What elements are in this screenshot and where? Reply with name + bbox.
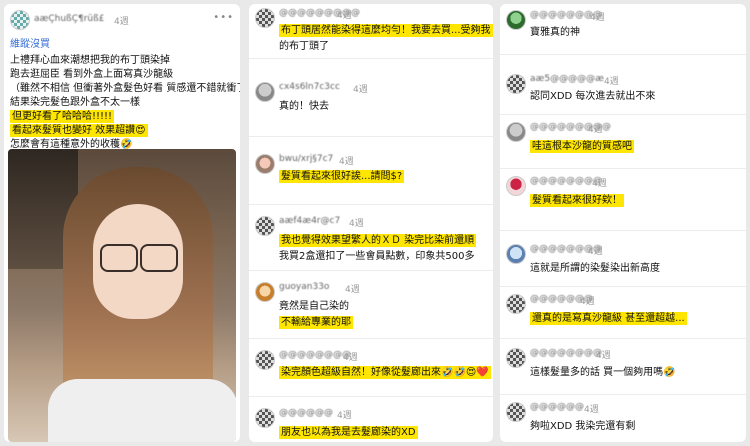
timestamp: 4週 — [588, 247, 603, 257]
divider — [500, 230, 746, 231]
username[interactable]: @@@@@@ — [279, 408, 333, 418]
highlight: 髮質看起來很好誒...請問$? — [279, 170, 405, 183]
highlight: 哇這根本沙龍的質感吧 — [530, 140, 634, 153]
avatar[interactable] — [506, 176, 526, 196]
comment-text: 這就是所謂的染髮染出新高度 — [530, 263, 660, 274]
comment-text: 的布丁頭了 — [279, 41, 329, 52]
comment-text: 夠啦XDD 我染完還有剩 — [530, 421, 636, 432]
comment-text: 竟然是自己染的 — [279, 301, 349, 312]
comments-panel-2: @@@@@@@@ 4週 寶雅真的神 aæ5@@@@@æ 4週 認同XDD 每次進… — [500, 4, 746, 442]
timestamp: 4週 — [592, 179, 607, 189]
divider — [500, 54, 746, 55]
divider — [500, 114, 746, 115]
glasses-icon — [140, 244, 178, 272]
timestamp: 4週 — [353, 85, 368, 95]
divider — [249, 338, 493, 339]
post-line-2: 跑去逛屈臣 看到外盒上面寫真沙龍級 — [10, 69, 174, 80]
comment-text: 真的！快去 — [279, 101, 329, 112]
comment-text: 哇這根本沙龍的質感吧 — [530, 140, 634, 153]
divider — [500, 168, 746, 169]
avatar[interactable] — [506, 348, 526, 368]
comment-text: 寶雅真的神 — [530, 27, 580, 38]
comments-panel-1: @@@@@@@@@ 4週 布丁頭居然能染得這麼均勻！我要去買...受夠我 的布丁… — [249, 4, 493, 442]
username[interactable]: aæ5@@@@@æ — [530, 74, 604, 84]
comment-text: 布丁頭居然能染得這麼均勻！我要去買...受夠我 — [279, 24, 493, 37]
highlight: 但更好看了哈哈哈!!!!! — [10, 110, 115, 123]
avatar[interactable] — [506, 122, 526, 142]
timestamp: 4週 — [345, 285, 360, 295]
timestamp: 4週 — [343, 353, 358, 363]
divider — [500, 286, 746, 287]
photo-shirt — [48, 379, 236, 442]
portrait-photo[interactable] — [8, 149, 236, 442]
avatar[interactable] — [506, 402, 526, 422]
highlight: 髮質看起來很好欸！ — [530, 194, 624, 207]
avatar[interactable] — [10, 10, 30, 30]
post-line-4: 結果染完髮色跟外盒不太一樣 — [10, 97, 140, 108]
post-line-3: （雖然不相信 但衝著外盒髮色好看 質感還不錯就衝了 — [10, 83, 240, 94]
glasses-icon — [100, 244, 138, 272]
username[interactable]: bwu/xrj§7c7 — [279, 154, 333, 164]
avatar[interactable] — [255, 82, 275, 102]
username[interactable]: aæf4æ4r@c7 — [279, 216, 340, 226]
avatar[interactable] — [506, 244, 526, 264]
comment-text: 染完顏色超級自然！好像從髮廊出來🤣🤣😍❤️ — [279, 366, 491, 379]
highlight: 布丁頭居然能染得這麼均勻！我要去買...受夠我 — [279, 24, 493, 37]
timestamp: 4週 — [349, 219, 364, 229]
divider — [500, 338, 746, 339]
avatar[interactable] — [506, 10, 526, 30]
timestamp: 4週 — [604, 77, 619, 87]
post-tag-link[interactable]: 維蹤沒買 — [10, 38, 50, 51]
username[interactable]: cx4s6ln7c3cc — [279, 82, 340, 92]
timestamp: 4週 — [588, 125, 603, 135]
comment-text: 認同XDD 每次進去就出不來 — [530, 91, 656, 102]
comment-text: 這樣髮量多的話 買一個夠用嗎🤣 — [530, 367, 676, 378]
timestamp: 4週 — [337, 411, 352, 421]
timestamp: 4週 — [584, 405, 599, 415]
highlight: 朋友也以為我是去髮廊染的XD — [279, 426, 418, 439]
post-line-1: 上禮拜心血來潮想把我的布丁頭染掉 — [10, 55, 170, 66]
highlight: 我也覺得效果望繁人的ＸＤ 染完比染前還順 — [279, 234, 477, 247]
comment-text: 不輸給專業的耶 — [279, 316, 353, 329]
highlight: 看起來髮質也變好 效果超讚😍 — [10, 124, 148, 137]
comment-text: 還真的是寫真沙龍級 甚至還超越... — [530, 312, 687, 325]
timestamp: 4週 — [596, 351, 611, 361]
divider — [249, 270, 493, 271]
timestamp: 4週 — [339, 157, 354, 167]
more-icon[interactable]: ••• — [213, 12, 234, 23]
avatar[interactable] — [255, 8, 275, 28]
avatar[interactable] — [255, 282, 275, 302]
post-line-5: 但更好看了哈哈哈!!!!! — [10, 110, 115, 123]
avatar[interactable] — [255, 408, 275, 428]
avatar[interactable] — [506, 74, 526, 94]
highlight: 不輸給專業的耶 — [279, 316, 353, 329]
timestamp: 4週 — [114, 17, 129, 27]
username[interactable]: @@@@@@@@ — [530, 348, 602, 358]
avatar[interactable] — [506, 294, 526, 314]
comment-text: 朋友也以為我是去髮廊染的XD — [279, 426, 418, 439]
post-panel: aæÇhußÇ¶rüß£ 4週 ••• 維蹤沒買 上禮拜心血來潮想把我的布丁頭染… — [4, 4, 240, 442]
comment-text: 我也覺得效果望繁人的ＸＤ 染完比染前還順 — [279, 234, 477, 247]
avatar[interactable] — [255, 154, 275, 174]
highlight: 染完顏色超級自然！好像從髮廊出來🤣🤣😍❤️ — [279, 366, 491, 379]
username[interactable]: @@@@@@ — [530, 402, 584, 412]
comment-text: 髮質看起來很好欸！ — [530, 194, 624, 207]
timestamp: 4週 — [337, 11, 352, 21]
highlight: 還真的是寫真沙龍級 甚至還超越... — [530, 312, 687, 325]
post-line-6: 看起來髮質也變好 效果超讚😍 — [10, 124, 148, 137]
comment-text: 髮質看起來很好誒...請問$? — [279, 170, 405, 183]
divider — [249, 204, 493, 205]
username[interactable]: @@@@@@@@ — [279, 350, 351, 360]
comment-text: 我買2盒還扣了一些會員點數，印象共500多 — [279, 251, 475, 262]
divider — [249, 396, 493, 397]
timestamp: 4週 — [590, 13, 605, 23]
divider — [500, 394, 746, 395]
timestamp: 4週 — [580, 297, 595, 307]
username[interactable]: guoyan33o — [279, 282, 329, 292]
divider — [249, 58, 493, 59]
username[interactable]: aæÇhußÇ¶rüß£ — [34, 14, 105, 24]
avatar[interactable] — [255, 350, 275, 370]
divider — [249, 136, 493, 137]
avatar[interactable] — [255, 216, 275, 236]
